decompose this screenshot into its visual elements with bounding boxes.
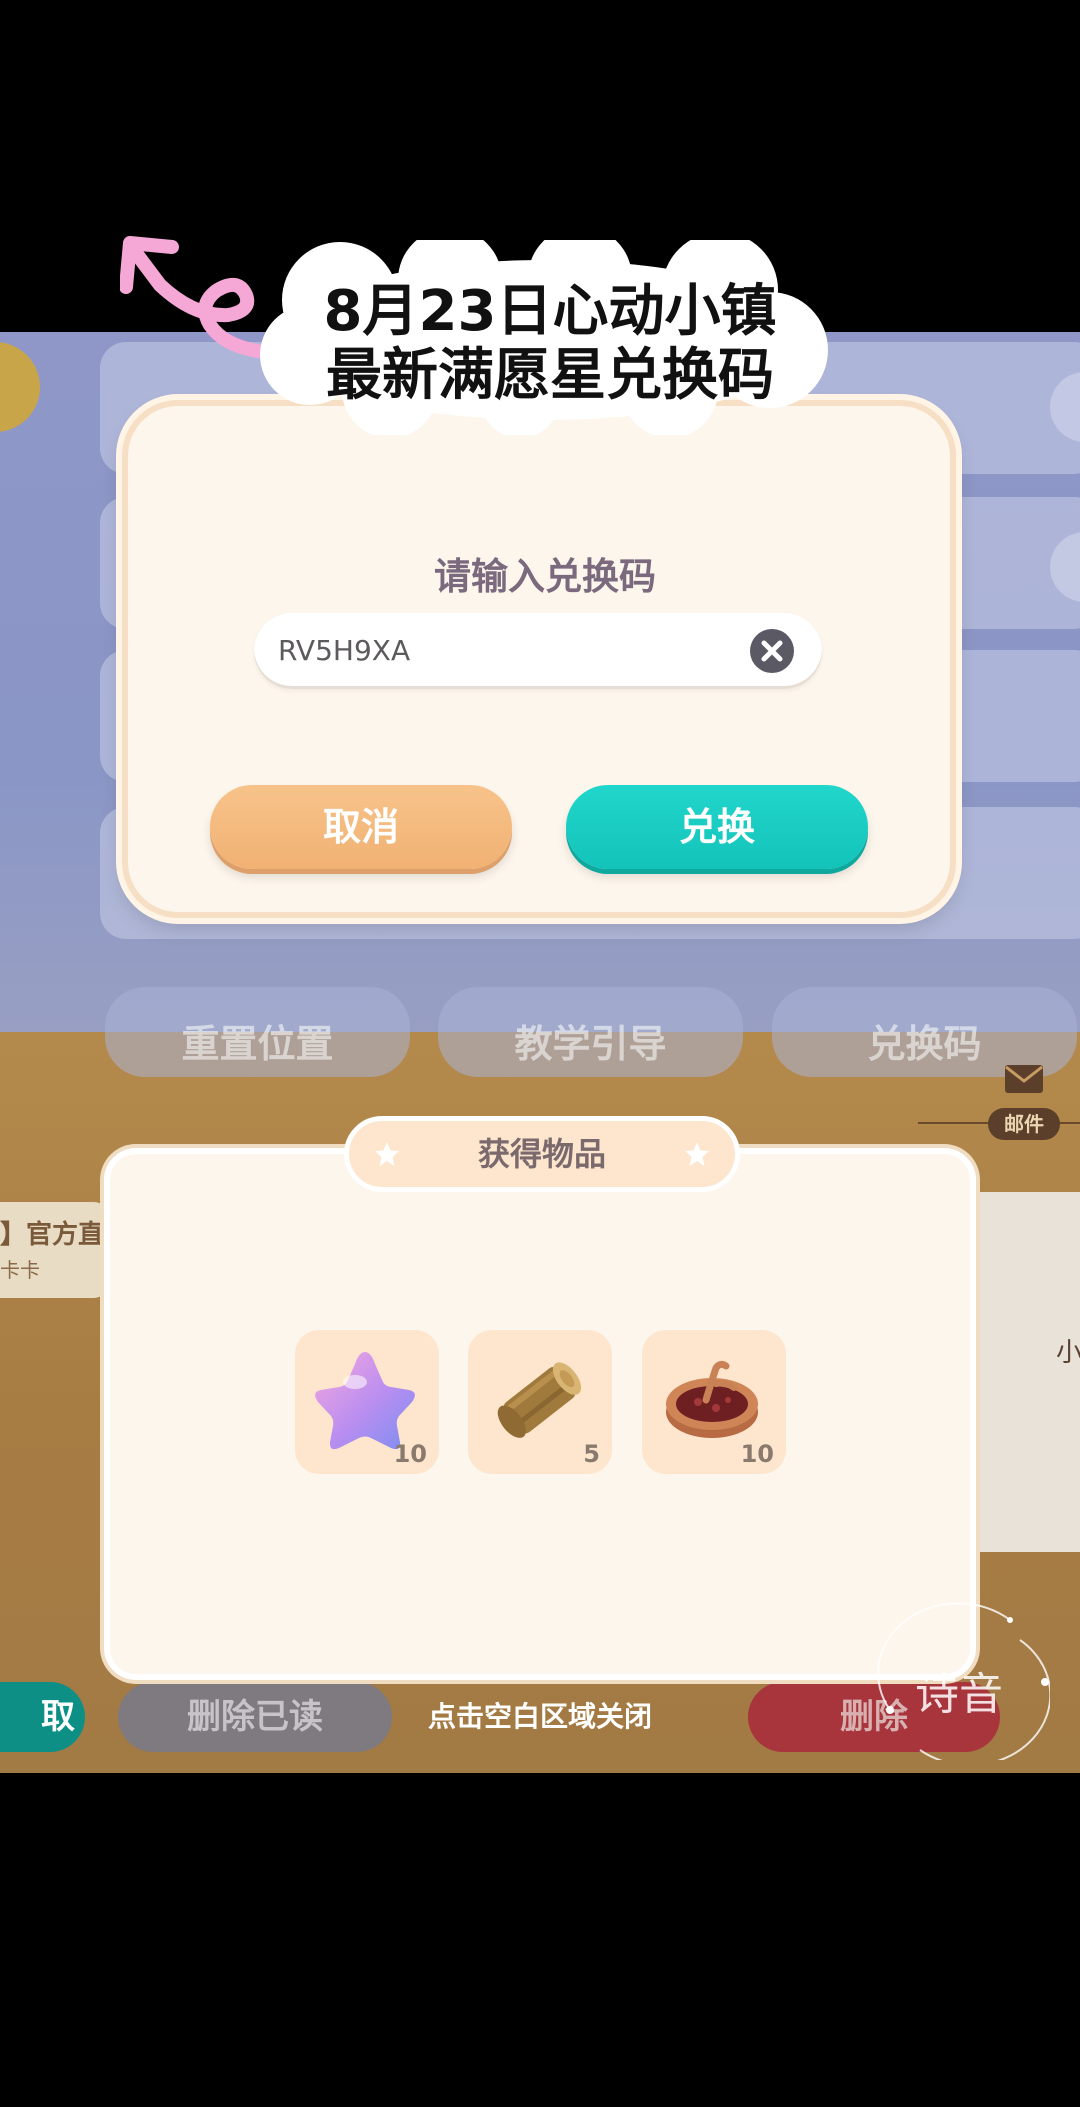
redeem-code-input[interactable]: RV5H9XA — [254, 613, 822, 689]
cancel-button[interactable]: 取消 — [210, 785, 512, 869]
mail-icon — [1005, 1065, 1043, 1093]
cancel-label: 取消 — [322, 805, 399, 849]
star-icon — [685, 1142, 709, 1166]
overlay-title-line1: 8月23日心动小镇 — [323, 279, 777, 344]
reward-item[interactable]: 10 — [295, 1330, 439, 1474]
watermark-text: 诗音 — [915, 1669, 1003, 1720]
items-panel-title: 获得物品 — [477, 1135, 606, 1173]
reward-item[interactable]: 10 — [642, 1330, 786, 1474]
item-count: 10 — [393, 1440, 427, 1468]
reward-item[interactable]: 5 — [468, 1330, 612, 1474]
wood-log-icon — [497, 1362, 582, 1438]
redeem-code-value: RV5H9XA — [278, 634, 411, 667]
tab-tutorial: 教学引导 — [438, 987, 743, 1077]
tab-label: 教学引导 — [514, 1022, 667, 1066]
overlay-title: 8月23日心动小镇 最新满愿星兑换码 — [240, 280, 860, 408]
redeem-label: 兑换 — [678, 805, 755, 849]
mail-list-item: 】官方直 卡卡 — [0, 1202, 108, 1298]
mail-detail-panel: 小 — [976, 1192, 1080, 1552]
redeem-button[interactable]: 兑换 — [566, 785, 868, 869]
items-panel-header: 获得物品 — [344, 1116, 740, 1192]
mail-item-sender: 卡卡 — [0, 1258, 40, 1282]
mail-label: 邮件 — [988, 1108, 1060, 1140]
tab-reset-position: 重置位置 — [105, 987, 410, 1077]
dialog-title: 请输入兑换码 — [434, 555, 656, 598]
tab-label: 重置位置 — [181, 1022, 334, 1066]
item-count: 10 — [740, 1440, 774, 1468]
clear-icon[interactable] — [750, 629, 794, 673]
tab-label: 兑换码 — [867, 1022, 982, 1066]
overlay-title-line2: 最新满愿星兑换码 — [326, 343, 774, 408]
mail-item-title: 】官方直 — [0, 1220, 105, 1250]
close-icon — [761, 640, 783, 662]
wish-star-icon — [315, 1352, 415, 1450]
mail-detail-text: 小 — [1056, 1338, 1080, 1368]
item-count: 5 — [583, 1440, 600, 1468]
